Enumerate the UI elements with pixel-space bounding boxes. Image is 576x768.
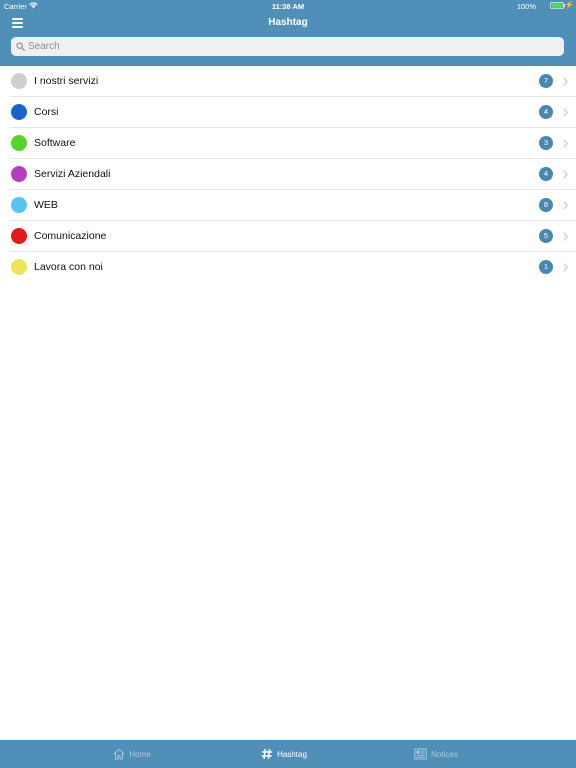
chevron-right-icon <box>563 232 568 241</box>
tab-notices-content: Notices <box>340 748 532 760</box>
hashtag-color-dot <box>11 135 27 151</box>
count-badge: 7 <box>539 74 553 88</box>
hashtag-label: Comunicazione <box>34 230 107 242</box>
hashtag-label: Servizi Aziendali <box>34 168 111 180</box>
tab-notices-label: Notices <box>431 749 458 759</box>
hashtag-label: WEB <box>34 199 58 211</box>
hashtag-color-dot <box>11 73 27 89</box>
search-input[interactable] <box>28 37 558 56</box>
hashtag-label: Lavora con noi <box>34 261 103 273</box>
hashtag-color-dot <box>11 259 27 275</box>
tab-home-label: Home <box>129 749 151 759</box>
hashtag-color-dot <box>11 166 27 182</box>
list-item[interactable]: Software 3 <box>0 128 576 159</box>
count-badge: 3 <box>539 136 553 150</box>
hashtag-color-dot <box>11 104 27 120</box>
charging-bolt-icon: ⚡ <box>565 2 574 9</box>
clock-label: 11:38 AM <box>271 2 305 11</box>
status-bar: Carrier 11:38 AM 100% ⚡ <box>0 0 576 12</box>
battery-icon <box>550 2 566 9</box>
hashtag-color-dot <box>11 228 27 244</box>
page-title: Hashtag <box>268 17 308 28</box>
hashtag-label: Corsi <box>34 106 59 118</box>
navigation-bar: Carrier 11:38 AM 100% ⚡ Hashtag <box>0 0 576 66</box>
tab-bar: Home Hashtag Notices <box>0 740 576 768</box>
hashtag-label: Software <box>34 137 76 149</box>
tab-hashtag-label: Hashtag <box>277 749 307 759</box>
chevron-right-icon <box>563 263 568 272</box>
list-item[interactable]: Lavora con noi 1 <box>0 252 576 283</box>
battery-percentage: 100% <box>516 2 536 11</box>
list-item[interactable]: I nostri servizi 7 <box>0 66 576 97</box>
list-item[interactable]: Comunicazione 5 <box>0 221 576 252</box>
search-icon <box>16 42 25 51</box>
newspaper-icon <box>414 748 427 760</box>
chevron-right-icon <box>563 108 568 117</box>
count-badge: 5 <box>539 229 553 243</box>
chevron-right-icon <box>563 170 568 179</box>
count-badge: 1 <box>539 260 553 274</box>
list-item[interactable]: Servizi Aziendali 4 <box>0 159 576 190</box>
chevron-right-icon <box>563 201 568 210</box>
count-badge: 8 <box>539 198 553 212</box>
list-item[interactable]: Corsi 4 <box>0 97 576 128</box>
chevron-right-icon <box>563 77 568 86</box>
hashtag-list: I nostri servizi 7 Corsi 4 Software 3 Se… <box>0 66 576 283</box>
hashtag-icon <box>261 748 273 760</box>
hashtag-label: I nostri servizi <box>34 75 99 87</box>
count-badge: 4 <box>539 167 553 181</box>
list-item[interactable]: WEB 8 <box>0 190 576 221</box>
home-icon <box>113 748 125 760</box>
search-bar[interactable] <box>11 37 564 56</box>
count-badge: 4 <box>539 105 553 119</box>
hashtag-color-dot <box>11 197 27 213</box>
chevron-right-icon <box>563 139 568 148</box>
tab-notices[interactable]: Notices <box>340 740 532 768</box>
